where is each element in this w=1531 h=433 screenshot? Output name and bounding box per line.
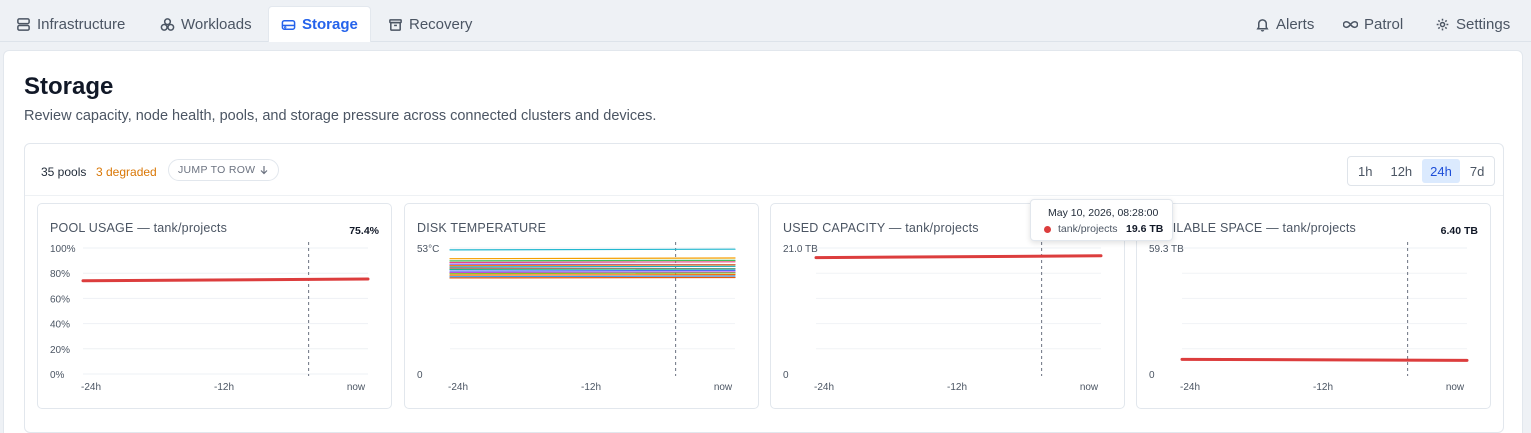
- jump-to-row-button[interactable]: JUMP TO ROW: [168, 159, 280, 181]
- series-line: [449, 264, 736, 267]
- tab-label: Workloads: [181, 15, 252, 33]
- card-title-sub: — tank/projects: [888, 221, 979, 235]
- card-title-main: DISK TEMPERATURE: [417, 221, 547, 235]
- tab-workloads[interactable]: Workloads: [148, 6, 264, 42]
- range-7d-button[interactable]: 7d: [1462, 159, 1492, 183]
- server-stack-icon: [17, 17, 30, 31]
- y-tick-label: 0: [783, 370, 789, 381]
- y-tick-label: 21.0 TB: [783, 244, 818, 255]
- y-tick-label: 0: [1149, 370, 1155, 381]
- series-line: [1180, 357, 1469, 362]
- card-title: AVAILABLE SPACE — tank/projects: [1149, 221, 1356, 235]
- series-line: [449, 257, 736, 260]
- pool-usage-card: 0% 20% 40% 60% 80% 100% -24h -12h now POOL USAGE…: [37, 203, 392, 409]
- y-tick-label: 80%: [50, 269, 70, 280]
- x-tick-label: now: [1446, 382, 1465, 393]
- x-tick-label: -12h: [1313, 382, 1333, 393]
- disk-temperature-card: 0 53°C -24h -12h now DISK TEMPERATURE: [404, 203, 759, 409]
- tab-patrol[interactable]: Patrol: [1331, 6, 1415, 42]
- card-title: POOL USAGE — tank/projects: [50, 221, 227, 235]
- range-24h-button[interactable]: 24h: [1422, 159, 1460, 183]
- x-tick-label: now: [347, 382, 366, 393]
- x-tick-label: now: [714, 382, 733, 393]
- archive-box-icon: [389, 18, 402, 31]
- x-tick-label: -24h: [448, 382, 468, 393]
- tooltip-series-value: 19.6 TB: [1126, 223, 1164, 235]
- infinity-icon: [1343, 20, 1358, 28]
- tab-settings[interactable]: Settings: [1423, 6, 1522, 42]
- chart-tooltip: May 10, 2026, 08:28:00 tank/projects 19.…: [1030, 199, 1173, 241]
- series-line: [814, 254, 1103, 260]
- bell-icon: [1256, 18, 1269, 32]
- charts-section: 35 pools 3 degraded JUMP TO ROW 1h 12h 2…: [24, 143, 1504, 433]
- page-title: Storage: [24, 73, 114, 100]
- card-title-sub: — tank/projects: [1266, 221, 1356, 235]
- series-line: [449, 248, 736, 251]
- y-tick-label: 100%: [50, 244, 76, 255]
- range-1h-button[interactable]: 1h: [1350, 159, 1380, 183]
- tooltip-series-name: tank/projects: [1058, 223, 1118, 235]
- charts-toolbar: 35 pools 3 degraded JUMP TO ROW 1h 12h 2…: [25, 144, 1503, 196]
- tooltip-series-dot: [1044, 226, 1051, 233]
- degraded-count: 3 degraded: [96, 165, 157, 179]
- tooltip-date: May 10, 2026, 08:28:00: [1048, 207, 1159, 219]
- cubes-icon: [160, 17, 175, 31]
- x-tick-label: -12h: [214, 382, 234, 393]
- card-title-sub: — tank/projects: [137, 221, 228, 235]
- series-line: [449, 265, 736, 268]
- x-tick-label: -24h: [81, 382, 101, 393]
- card-title-main: USED CAPACITY: [783, 221, 886, 235]
- series-line: [449, 275, 736, 278]
- x-tick-label: -24h: [814, 382, 834, 393]
- tab-label: Patrol: [1364, 15, 1404, 33]
- top-nav: Infrastructure Workloads Storage Recover…: [0, 0, 1531, 42]
- arrow-down-icon: [260, 166, 268, 175]
- y-tick-label: 20%: [50, 345, 70, 356]
- card-current-value: 75.4%: [349, 225, 379, 237]
- tab-label: Settings: [1456, 15, 1511, 33]
- y-tick-label: 0: [417, 370, 423, 381]
- tab-storage[interactable]: Storage: [268, 6, 371, 42]
- card-current-value: 6.40 TB: [1440, 225, 1478, 237]
- y-tick-label: 53°C: [417, 244, 439, 255]
- y-tick-label: 60%: [50, 294, 70, 305]
- gear-icon: [1436, 18, 1449, 30]
- series-line: [449, 272, 736, 275]
- series-line: [81, 277, 370, 283]
- time-range-selector: 1h 12h 24h 7d: [1347, 156, 1496, 186]
- hard-drive-icon: [281, 20, 296, 30]
- tab-label: Infrastructure: [37, 15, 126, 33]
- series-line: [449, 261, 736, 264]
- y-tick-label: 0%: [50, 370, 65, 381]
- y-tick-label: 59.3 TB: [1149, 244, 1184, 255]
- jump-label: JUMP TO ROW: [178, 164, 256, 176]
- card-title: DISK TEMPERATURE: [417, 221, 546, 235]
- tab-label: Storage: [302, 16, 358, 33]
- available-space-card: 0 59.3 TB -24h -12h now AVAILABLE SPACE — ta…: [1136, 203, 1491, 409]
- series-line: [449, 269, 736, 272]
- y-tick-label: 40%: [50, 320, 70, 331]
- card-title-main: POOL USAGE: [50, 221, 134, 235]
- tab-label: Recovery: [409, 15, 473, 33]
- storage-panel: Storage Review capacity, node health, po…: [3, 50, 1523, 433]
- x-tick-label: now: [1080, 382, 1099, 393]
- tab-recovery[interactable]: Recovery: [376, 6, 484, 42]
- x-tick-label: -24h: [1180, 382, 1200, 393]
- page-subtitle: Review capacity, node health, pools, and…: [24, 108, 657, 124]
- tab-alerts[interactable]: Alerts: [1243, 6, 1326, 42]
- tab-infrastructure[interactable]: Infrastructure: [4, 6, 137, 42]
- pools-count: 35 pools: [41, 165, 87, 179]
- tab-label: Alerts: [1276, 15, 1315, 33]
- x-tick-label: -12h: [947, 382, 967, 393]
- range-12h-button[interactable]: 12h: [1382, 159, 1420, 183]
- card-title: USED CAPACITY — tank/projects: [783, 221, 979, 235]
- x-tick-label: -12h: [581, 382, 601, 393]
